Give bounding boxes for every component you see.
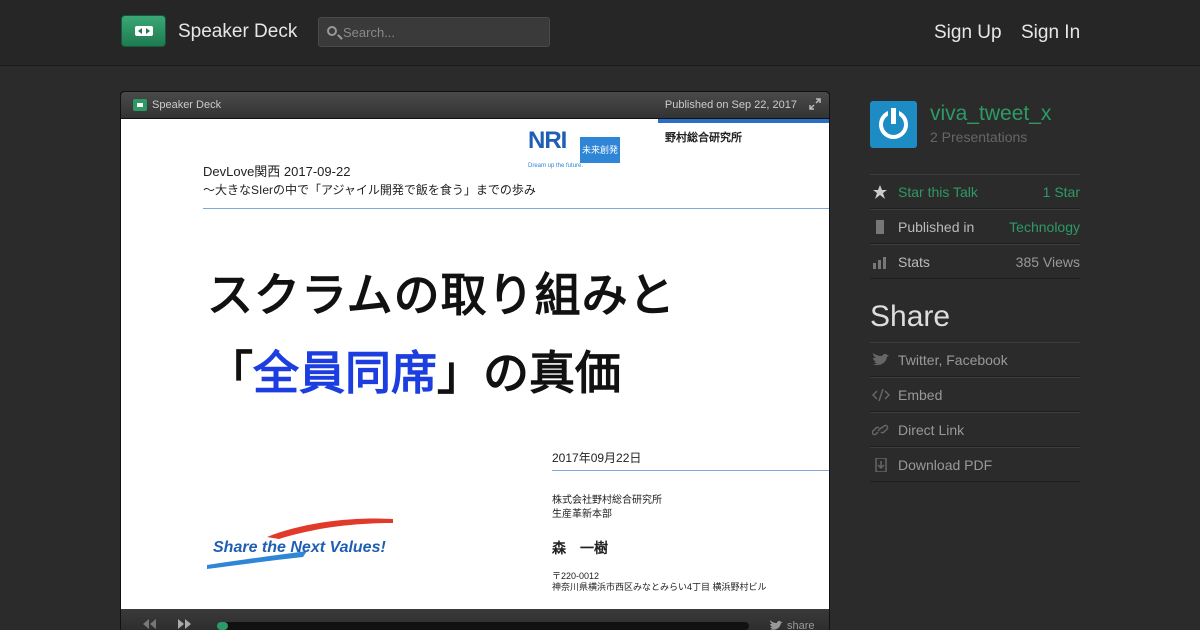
progress-fill [217, 622, 228, 630]
brand-link[interactable]: Speaker Deck [178, 21, 297, 43]
share-direct-link[interactable]: Direct Link [870, 412, 1080, 447]
fullscreen-icon[interactable] [809, 98, 821, 110]
bar-chart-icon [873, 257, 886, 269]
tagline-logo: Share the Next Values! [207, 515, 397, 575]
sign-in-link[interactable]: Sign In [1021, 22, 1080, 44]
star-count: 1 Star [1042, 184, 1080, 200]
stats-label: Stats [898, 254, 930, 270]
download-icon [875, 458, 887, 472]
slide-progress-bar[interactable] [217, 622, 749, 630]
nri-logo: NRI 未来創発 Dream up the future. [528, 127, 620, 169]
site-header: Speaker Deck Sign Up Sign In [0, 0, 1200, 66]
views-count: 385 Views [1015, 254, 1080, 270]
org-name: 株式会社野村総合研究所 [552, 495, 662, 506]
sign-up-link[interactable]: Sign Up [934, 22, 1002, 44]
username-link[interactable]: viva_tweet_x [930, 102, 1051, 126]
star-icon [873, 185, 887, 199]
event-title: DevLove関西 2017-09-22 [203, 164, 351, 179]
slide-title-line1: スクラムの取り組みと [207, 269, 676, 321]
slide-image[interactable]: NRI 未来創発 Dream up the future. 野村総合研究所 De… [121, 119, 829, 609]
bookmark-icon [876, 220, 884, 234]
published-in-row: Published in Technology [870, 209, 1080, 244]
user-avatar[interactable] [870, 101, 917, 148]
slide-title-line2: 「全員同席」の真価 [207, 347, 621, 399]
share-embed[interactable]: Embed [870, 377, 1080, 412]
twitter-bird-icon [873, 353, 889, 366]
slide-player: Speaker Deck Published on Sep 22, 2017 N… [120, 91, 830, 630]
share-control[interactable]: share [787, 620, 815, 630]
address: 神奈川県横浜市西区みなとみらい4丁目 横浜野村ビル [552, 582, 767, 592]
stats-row: Stats 385 Views [870, 244, 1080, 279]
next-slide-icon[interactable] [177, 619, 193, 629]
share-bird-icon[interactable] [769, 620, 783, 630]
speaker-deck-mini-icon [133, 99, 147, 111]
star-row[interactable]: Star this Talk 1 Star [870, 174, 1080, 209]
event-subtitle: ～大きなSIerの中で「アジャイル開発で飯を食う」までの歩み [203, 183, 536, 197]
search-icon [327, 26, 337, 36]
org-division: 生産革新本部 [552, 509, 612, 520]
search-input[interactable] [343, 22, 543, 42]
player-title-bar: Speaker Deck Published on Sep 22, 2017 [121, 92, 829, 119]
published-date: Published on Sep 22, 2017 [664, 99, 797, 111]
search-box[interactable] [318, 17, 550, 47]
category-link[interactable]: Technology [1009, 219, 1080, 235]
link-icon [872, 424, 889, 436]
player-brand[interactable]: Speaker Deck [152, 99, 221, 111]
code-icon [872, 388, 890, 402]
slide-date: 2017年09月22日 [552, 451, 642, 465]
published-in-label: Published in [898, 219, 975, 235]
star-this-talk-label[interactable]: Star this Talk [898, 184, 978, 200]
speaker-deck-logo-icon[interactable] [121, 15, 166, 47]
company-name-top: 野村総合研究所 [665, 132, 742, 144]
date-divider [552, 470, 829, 471]
presenter-name: 森 一樹 [552, 540, 608, 556]
slide-top-bar [658, 119, 829, 123]
share-twitter-facebook[interactable]: Twitter, Facebook [870, 342, 1080, 377]
presentation-count: 2 Presentations [930, 129, 1028, 145]
share-download-pdf[interactable]: Download PDF [870, 447, 1080, 482]
player-controls: share [121, 609, 829, 630]
slide-divider [203, 208, 829, 209]
share-heading: Share [870, 300, 951, 333]
previous-slide-icon[interactable] [141, 619, 157, 629]
